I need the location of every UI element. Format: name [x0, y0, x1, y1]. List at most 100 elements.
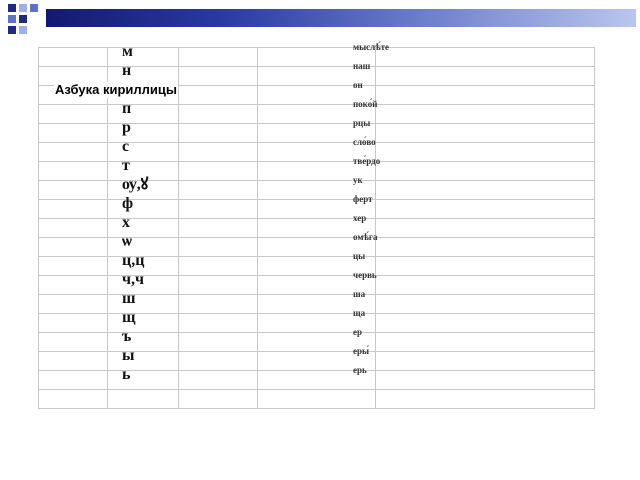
table-cell: [375, 275, 595, 295]
table-cell: [38, 142, 108, 162]
table-cell: [375, 104, 595, 124]
letter-name: омѣ́га: [353, 232, 378, 242]
table-cell: ь: [107, 366, 179, 390]
table-cell: [178, 218, 258, 238]
table-cell: [178, 275, 258, 295]
cyrillic-letter: ѡ: [122, 233, 132, 250]
letter-name: ща: [353, 308, 366, 318]
table-cell: [38, 332, 108, 352]
table-cell: [375, 237, 595, 257]
table-cell: [178, 142, 258, 162]
table-cell: [178, 370, 258, 390]
letter-name: наш: [353, 61, 371, 71]
table-cell: [107, 389, 179, 409]
cyrillic-letter: ь: [122, 366, 131, 383]
cyrillic-letter: щ: [122, 309, 136, 326]
table-cell: [178, 85, 258, 105]
cyrillic-letter: т: [122, 157, 130, 174]
table-cell: [38, 104, 108, 124]
letter-name: ерь: [353, 365, 367, 375]
cyrillic-letter: х: [122, 214, 130, 231]
table-cell: [178, 199, 258, 219]
table-cell: [178, 332, 258, 352]
letter-name: поко́й: [353, 99, 378, 109]
table-cell: [178, 313, 258, 333]
cyrillic-letter: ѹ,ꙋ: [122, 176, 149, 193]
letter-name: он: [353, 80, 363, 90]
decorative-squares: [0, 0, 48, 42]
table-cell: [178, 237, 258, 257]
letter-name: ферт: [353, 194, 373, 204]
table-cell: [375, 161, 595, 181]
table-cell: [375, 85, 595, 105]
letter-name: ер: [353, 327, 362, 337]
cyrillic-letter: ф: [122, 195, 134, 212]
table-cell: [375, 389, 595, 409]
cyrillic-letter: ц,ц: [122, 252, 145, 269]
table-cell: [178, 294, 258, 314]
table-cell: [38, 218, 108, 238]
cyrillic-letter: п: [122, 100, 132, 117]
cyrillic-letter: р: [122, 119, 131, 136]
table-cell: [375, 66, 595, 86]
table-cell: м: [107, 43, 179, 67]
table-cell: [178, 47, 258, 67]
table-cell: [178, 66, 258, 86]
table-cell: [178, 161, 258, 181]
table-cell: [178, 389, 258, 409]
table-row: [38, 389, 595, 409]
letter-name: червь: [353, 270, 377, 280]
table-cell: [38, 351, 108, 371]
table-cell: [375, 256, 595, 276]
table-cell: ф: [107, 195, 179, 219]
table-cell: [375, 351, 595, 371]
table-cell: [257, 389, 376, 409]
cyrillic-letter: ч,ч: [122, 271, 145, 288]
table-cell: [375, 142, 595, 162]
table-cell: р: [107, 119, 179, 143]
letter-name: рцы: [353, 118, 371, 128]
table-cell: с: [107, 138, 179, 162]
table-cell: [38, 47, 108, 67]
table-cell: ерь: [257, 365, 376, 390]
cyrillic-letter: ш: [122, 290, 136, 307]
table-cell: [38, 237, 108, 257]
cyrillic-letter: м: [122, 43, 133, 60]
table-cell: [38, 313, 108, 333]
table-cell: [38, 123, 108, 143]
table-cell: [38, 256, 108, 276]
letter-name: хер: [353, 213, 367, 223]
cyrillic-letter: ъ: [122, 328, 132, 345]
letter-name: сло́во: [353, 137, 376, 147]
table-cell: ы: [107, 347, 179, 371]
table-cell: [38, 161, 108, 181]
cyrillic-letter: с: [122, 138, 130, 155]
table-cell: ш: [107, 290, 179, 314]
table-cell: ъ: [107, 328, 179, 352]
letter-name: цы: [353, 251, 366, 261]
table-cell: [38, 199, 108, 219]
table-cell: [178, 123, 258, 143]
table-cell: [375, 218, 595, 238]
table-cell: [375, 332, 595, 352]
cyrillic-letter: ы: [122, 347, 135, 364]
table-cell: [178, 104, 258, 124]
letter-name: ук: [353, 175, 363, 185]
table-cell: [375, 123, 595, 143]
cyrillic-letter: н: [122, 62, 132, 79]
decorative-header-bar: [46, 9, 636, 27]
table-cell: [375, 47, 595, 67]
table-row: ь ерь: [38, 365, 595, 390]
table-cell: [38, 389, 108, 409]
alphabet-table: ммыслѣ́теннашоонппоко́йррцыссло́воттве́р…: [38, 42, 595, 409]
table-cell: [178, 351, 258, 371]
table-cell: ч,ч: [107, 271, 179, 295]
table-cell: [38, 180, 108, 200]
table-cell: [375, 313, 595, 333]
table-cell: ѹ,ꙋ: [107, 176, 179, 200]
table-cell: [38, 294, 108, 314]
table-cell: х: [107, 214, 179, 238]
slide-title: Азбука кириллицы: [54, 82, 178, 98]
table-cell: п: [107, 100, 179, 124]
table-cell: [375, 180, 595, 200]
